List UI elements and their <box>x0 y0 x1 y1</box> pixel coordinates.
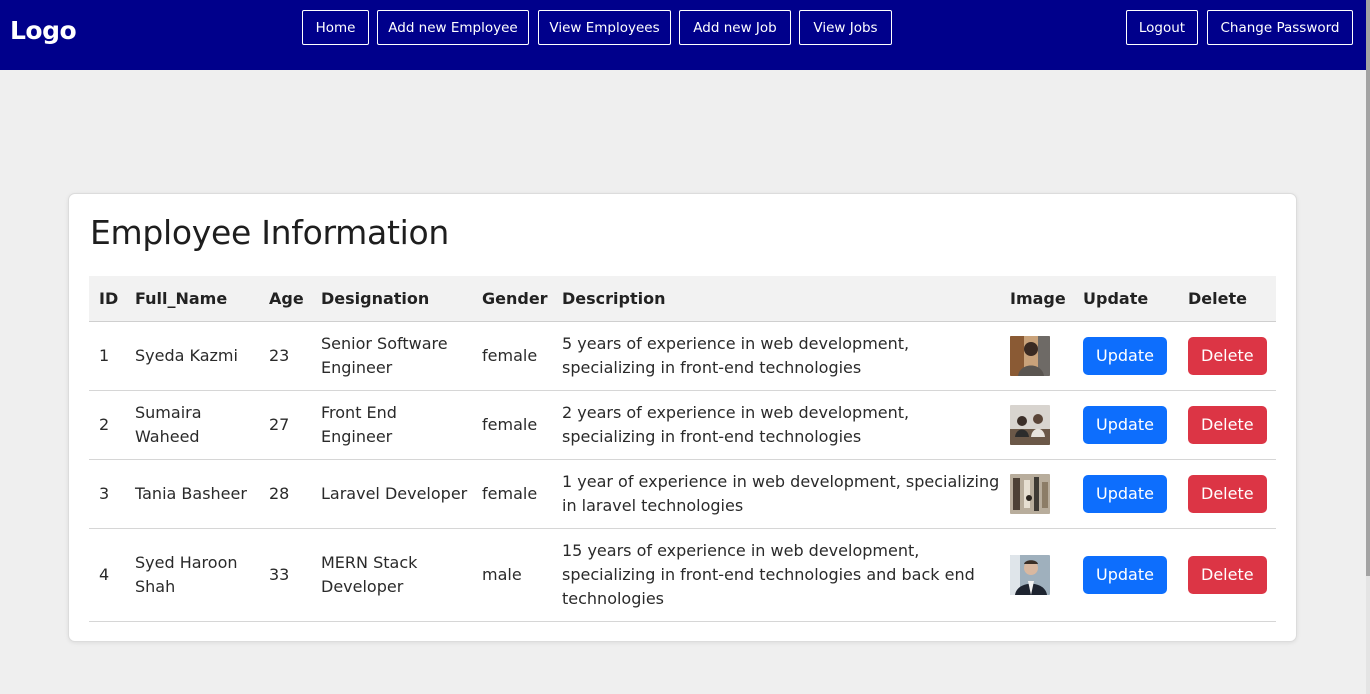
nav-home-button[interactable]: Home <box>302 10 369 45</box>
column-header-age: Age <box>259 276 311 322</box>
update-button[interactable]: Update <box>1083 474 1167 513</box>
cell-full-name: Syed Haroon Shah <box>125 528 259 622</box>
cell-delete: Delete <box>1178 528 1276 622</box>
cell-update: Update <box>1073 528 1178 622</box>
column-header-description: Description <box>552 276 1000 322</box>
delete-button[interactable]: Delete <box>1188 555 1267 594</box>
page-title: Employee Information <box>90 213 449 252</box>
column-header-id: ID <box>89 276 125 322</box>
logo[interactable]: Logo <box>10 14 77 48</box>
table-row: 3 Tania Basheer 28 Laravel Developer fem… <box>89 459 1276 529</box>
cell-designation: MERN Stack Developer <box>311 528 472 622</box>
nav-add-employee-button[interactable]: Add new Employee <box>377 10 529 45</box>
scrollbar-track[interactable] <box>1366 0 1370 694</box>
cell-id: 1 <box>89 321 125 391</box>
delete-button[interactable]: Delete <box>1188 336 1267 375</box>
cell-full-name: Sumaira Waheed <box>125 390 259 460</box>
employee-card: Employee Information ID Full_Name Age De… <box>68 193 1297 642</box>
top-navbar: Logo Home Add new Employee View Employee… <box>0 0 1366 70</box>
cell-image <box>1000 390 1073 460</box>
column-header-full-name: Full_Name <box>125 276 259 322</box>
cell-full-name: Syeda Kazmi <box>125 321 259 391</box>
employee-table: ID Full_Name Age Designation Gender Desc… <box>89 276 1276 622</box>
change-password-button[interactable]: Change Password <box>1207 10 1353 45</box>
cell-id: 3 <box>89 459 125 529</box>
nav-view-employees-button[interactable]: View Employees <box>538 10 671 45</box>
employee-photo <box>1010 335 1050 376</box>
cell-designation: Laravel Developer <box>311 459 472 529</box>
cell-gender: female <box>472 459 552 529</box>
cell-description: 15 years of experience in web developmen… <box>552 528 1000 622</box>
table-header-row: ID Full_Name Age Designation Gender Desc… <box>89 276 1276 322</box>
update-button[interactable]: Update <box>1083 405 1167 444</box>
cell-update: Update <box>1073 390 1178 460</box>
nav-add-job-button[interactable]: Add new Job <box>679 10 791 45</box>
cell-full-name: Tania Basheer <box>125 459 259 529</box>
column-header-update: Update <box>1073 276 1178 322</box>
nav-view-jobs-button[interactable]: View Jobs <box>799 10 892 45</box>
table-row: 1 Syeda Kazmi 23 Senior Software Enginee… <box>89 321 1276 391</box>
cell-age: 33 <box>259 528 311 622</box>
cell-gender: female <box>472 321 552 391</box>
cell-delete: Delete <box>1178 390 1276 460</box>
update-button[interactable]: Update <box>1083 336 1167 375</box>
cell-update: Update <box>1073 321 1178 391</box>
cell-id: 2 <box>89 390 125 460</box>
column-header-gender: Gender <box>472 276 552 322</box>
employee-photo <box>1010 404 1050 445</box>
cell-description: 1 year of experience in web development,… <box>552 459 1000 529</box>
cell-gender: female <box>472 390 552 460</box>
cell-age: 27 <box>259 390 311 460</box>
cell-image <box>1000 528 1073 622</box>
cell-image <box>1000 321 1073 391</box>
employee-photo <box>1010 473 1050 514</box>
cell-age: 23 <box>259 321 311 391</box>
table-row: 4 Syed Haroon Shah 33 MERN Stack Develop… <box>89 528 1276 622</box>
cell-description: 2 years of experience in web development… <box>552 390 1000 460</box>
cell-designation: Front End Engineer <box>311 390 472 460</box>
cell-description: 5 years of experience in web development… <box>552 321 1000 391</box>
cell-image <box>1000 459 1073 529</box>
delete-button[interactable]: Delete <box>1188 474 1267 513</box>
scrollbar-thumb[interactable] <box>1366 0 1370 576</box>
column-header-image: Image <box>1000 276 1073 322</box>
column-header-designation: Designation <box>311 276 472 322</box>
cell-delete: Delete <box>1178 459 1276 529</box>
delete-button[interactable]: Delete <box>1188 405 1267 444</box>
employee-photo <box>1010 554 1050 595</box>
column-header-delete: Delete <box>1178 276 1276 322</box>
update-button[interactable]: Update <box>1083 555 1167 594</box>
table-row: 2 Sumaira Waheed 27 Front End Engineer f… <box>89 390 1276 460</box>
cell-update: Update <box>1073 459 1178 529</box>
cell-id: 4 <box>89 528 125 622</box>
cell-designation: Senior Software Engineer <box>311 321 472 391</box>
cell-gender: male <box>472 528 552 622</box>
cell-age: 28 <box>259 459 311 529</box>
logout-button[interactable]: Logout <box>1126 10 1198 45</box>
cell-delete: Delete <box>1178 321 1276 391</box>
